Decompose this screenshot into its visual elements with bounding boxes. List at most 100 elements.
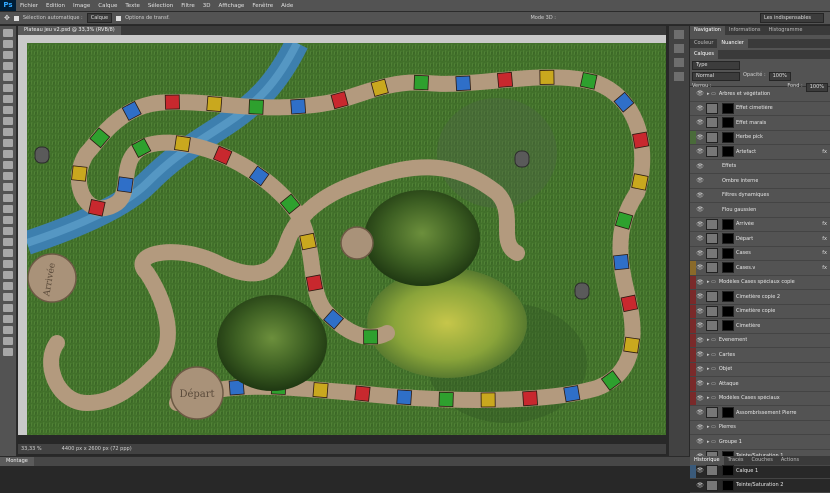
- menu-item[interactable]: Fichier: [16, 3, 42, 9]
- panel-toggle-icon[interactable]: [674, 72, 684, 81]
- layer-row[interactable]: 👁Ombre interne: [690, 174, 830, 189]
- visibility-eye-icon[interactable]: 👁: [696, 482, 704, 489]
- folder-icon[interactable]: ▸ ▭: [707, 91, 716, 97]
- layer-effects-badge[interactable]: fx: [822, 250, 827, 256]
- layer-row[interactable]: 👁Assombrissement Pierre: [690, 406, 830, 421]
- visibility-eye-icon[interactable]: 👁: [696, 467, 704, 474]
- layer-effects-badge[interactable]: fx: [822, 265, 827, 271]
- layer-row[interactable]: 👁Cimetière copie: [690, 305, 830, 320]
- document-tab[interactable]: Plateau jeu v2.psd @ 33,3% (RVB/8): [18, 26, 121, 35]
- layer-row[interactable]: 👁Cases.vfx: [690, 261, 830, 276]
- visibility-eye-icon[interactable]: 👁: [696, 192, 704, 199]
- workspace-dropdown[interactable]: Les indispensables: [760, 13, 824, 23]
- layer-row[interactable]: 👁Effet marais: [690, 116, 830, 131]
- layer-row[interactable]: 👁Artefactfx: [690, 145, 830, 160]
- tool-icon[interactable]: [3, 326, 13, 334]
- layer-row[interactable]: 👁Calque 1: [690, 464, 830, 479]
- tool-icon[interactable]: [3, 205, 13, 213]
- menu-item[interactable]: Edition: [42, 3, 69, 9]
- layer-row[interactable]: 👁▸ ▭Cartes: [690, 348, 830, 363]
- folder-icon[interactable]: ▸ ▭: [707, 381, 716, 387]
- tool-icon[interactable]: [3, 51, 13, 59]
- tool-icon[interactable]: [3, 95, 13, 103]
- tool-icon[interactable]: [3, 315, 13, 323]
- tool-icon[interactable]: [3, 29, 13, 37]
- tab-bottom_tabs-3[interactable]: Actions: [777, 456, 803, 465]
- tool-icon[interactable]: [3, 73, 13, 81]
- layer-row[interactable]: 👁Effets: [690, 160, 830, 175]
- tab-panel.second_tabs-1[interactable]: Nuancier: [717, 39, 747, 48]
- tool-icon[interactable]: [3, 238, 13, 246]
- panel-toggle-icon[interactable]: [674, 30, 684, 39]
- opacity-input[interactable]: 100%: [769, 72, 791, 81]
- tool-icon[interactable]: [3, 139, 13, 147]
- menu-item[interactable]: Texte: [121, 3, 144, 9]
- visibility-eye-icon[interactable]: 👁: [696, 163, 704, 170]
- document-canvas[interactable]: Arrivée Départ: [27, 43, 666, 435]
- folder-icon[interactable]: ▸ ▭: [707, 337, 716, 343]
- visibility-eye-icon[interactable]: 👁: [696, 148, 704, 155]
- transform-checkbox[interactable]: [116, 16, 121, 21]
- menu-item[interactable]: Fenêtre: [248, 3, 277, 9]
- blend-mode-dropdown[interactable]: Normal: [692, 72, 740, 81]
- visibility-eye-icon[interactable]: 👁: [696, 366, 704, 373]
- layer-row[interactable]: 👁▸ ▭Modèles Cases spéciaux: [690, 392, 830, 407]
- tool-icon[interactable]: [3, 337, 13, 345]
- tool-icon[interactable]: [3, 84, 13, 92]
- layer-effects-badge[interactable]: fx: [822, 236, 827, 242]
- visibility-eye-icon[interactable]: 👁: [696, 206, 704, 213]
- tool-icon[interactable]: [3, 271, 13, 279]
- layer-row[interactable]: 👁▸ ▭Attaque: [690, 377, 830, 392]
- tool-icon[interactable]: [3, 260, 13, 268]
- tool-icon[interactable]: [3, 249, 13, 257]
- layer-row[interactable]: 👁▸ ▭Pierres: [690, 421, 830, 436]
- tool-icon[interactable]: [3, 106, 13, 114]
- layer-row[interactable]: 👁▸ ▭Groupe 1: [690, 435, 830, 450]
- visibility-eye-icon[interactable]: 👁: [696, 293, 704, 300]
- layer-row[interactable]: 👁▸ ▭Evenement: [690, 334, 830, 349]
- tab-panel.top_tabs-2[interactable]: Histogramme: [765, 26, 807, 35]
- auto-select-dropdown[interactable]: Calque: [87, 13, 112, 23]
- tool-icon[interactable]: [3, 172, 13, 180]
- layer-row[interactable]: 👁Teinte/Saturation 2: [690, 479, 830, 493]
- layer-row[interactable]: 👁Cimetière: [690, 319, 830, 334]
- menu-item[interactable]: Affichage: [214, 3, 248, 9]
- folder-icon[interactable]: ▸ ▭: [707, 352, 716, 358]
- visibility-eye-icon[interactable]: 👁: [696, 134, 704, 141]
- menu-item[interactable]: Calque: [94, 3, 121, 9]
- visibility-eye-icon[interactable]: 👁: [696, 322, 704, 329]
- visibility-eye-icon[interactable]: 👁: [696, 90, 704, 97]
- layer-row[interactable]: 👁Cimetière copie 2: [690, 290, 830, 305]
- tab-bottom_tabs-2[interactable]: Couches: [748, 456, 777, 465]
- folder-icon[interactable]: ▸ ▭: [707, 279, 716, 285]
- visibility-eye-icon[interactable]: 👁: [696, 424, 704, 431]
- visibility-eye-icon[interactable]: 👁: [696, 308, 704, 315]
- menu-item[interactable]: 3D: [199, 3, 215, 9]
- folder-icon[interactable]: ▸ ▭: [707, 395, 716, 401]
- tool-icon[interactable]: [3, 227, 13, 235]
- tab-layers[interactable]: Calques: [690, 50, 718, 59]
- tool-icon[interactable]: [3, 348, 13, 356]
- visibility-eye-icon[interactable]: 👁: [696, 221, 704, 228]
- visibility-eye-icon[interactable]: 👁: [696, 351, 704, 358]
- tab-bottom_tabs-1[interactable]: Tracés: [724, 456, 748, 465]
- layer-row[interactable]: 👁▸ ▭Arbres et végétation: [690, 87, 830, 102]
- visibility-eye-icon[interactable]: 👁: [696, 279, 704, 286]
- visibility-eye-icon[interactable]: 👁: [696, 105, 704, 112]
- visibility-eye-icon[interactable]: 👁: [696, 119, 704, 126]
- visibility-eye-icon[interactable]: 👁: [696, 264, 704, 271]
- menu-item[interactable]: Sélection: [144, 3, 177, 9]
- tool-icon[interactable]: [3, 183, 13, 191]
- layer-row[interactable]: 👁▸ ▭Modèles Cases spéciaux copie: [690, 276, 830, 291]
- menu-item[interactable]: Filtre: [177, 3, 199, 9]
- tool-icon[interactable]: [3, 128, 13, 136]
- panel-toggle-icon[interactable]: [674, 58, 684, 67]
- folder-icon[interactable]: ▸ ▭: [707, 439, 716, 445]
- visibility-eye-icon[interactable]: 👁: [696, 409, 704, 416]
- layer-effects-badge[interactable]: fx: [822, 149, 827, 155]
- tool-icon[interactable]: [3, 117, 13, 125]
- tool-icon[interactable]: [3, 150, 13, 158]
- tool-icon[interactable]: [3, 161, 13, 169]
- tool-icon[interactable]: [3, 62, 13, 70]
- folder-icon[interactable]: ▸ ▭: [707, 366, 716, 372]
